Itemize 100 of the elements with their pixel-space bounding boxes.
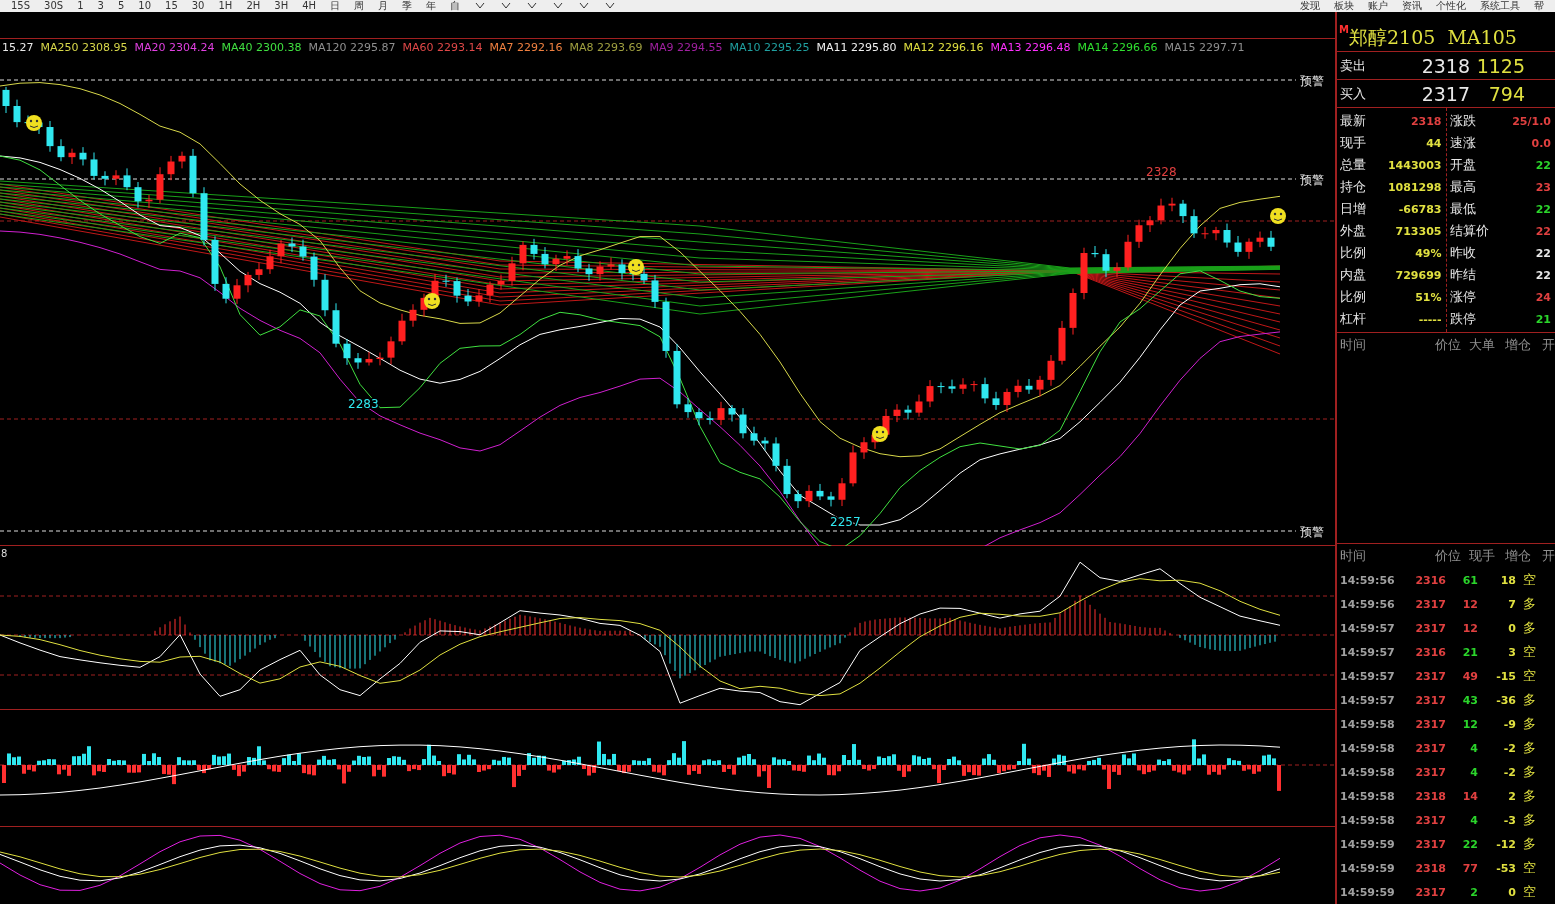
indicator-value: MA120 2295.87 — [308, 41, 396, 54]
quote-label: 买入 — [1340, 84, 1367, 103]
quote-volume: 794 — [1487, 82, 1525, 105]
trade-time: 14:59:58 — [1340, 765, 1396, 779]
indicator-value: MA8 2293.69 — [569, 41, 643, 54]
indicator-value: MA13 2296.48 — [990, 41, 1071, 54]
trade-time: 14:59:57 — [1340, 669, 1396, 683]
trade-time: 14:59:57 — [1340, 693, 1396, 707]
trade-type: 多 — [1522, 835, 1536, 853]
period-tab[interactable]: 3 — [90, 1, 111, 11]
menu-item[interactable]: 帮 — [1527, 1, 1551, 11]
indicator-value: MA60 2293.14 — [402, 41, 483, 54]
trade-price: 2318 — [1414, 789, 1446, 803]
menu-item[interactable]: 板块 — [1327, 1, 1361, 11]
indicator-value: 15.27 — [2, 41, 34, 54]
trade-type: 多 — [1522, 595, 1536, 613]
period-tab[interactable]: 周 — [347, 1, 372, 11]
column-header: 增仓 — [1504, 547, 1532, 565]
stat-value: 22 — [1535, 202, 1551, 216]
stat-label: 内盘 — [1340, 266, 1366, 284]
period-tab[interactable]: 1H — [211, 1, 240, 11]
period-tab[interactable]: 季 — [395, 1, 420, 11]
trade-hand: 21 — [1461, 645, 1478, 659]
menu-item[interactable]: 个性化 — [1429, 1, 1473, 11]
indicator-value: MA20 2304.24 — [134, 41, 215, 54]
trade-change: -15 — [1495, 669, 1516, 683]
menu-item[interactable]: 资讯 — [1395, 1, 1429, 11]
period-tab[interactable]: 15S — [4, 1, 38, 11]
stat-value: 21 — [1535, 312, 1551, 326]
indicator-value: MA11 2295.80 — [816, 41, 897, 54]
trade-change: -3 — [1502, 813, 1516, 827]
stat-value: 49% — [1415, 246, 1442, 260]
stat-value: 729699 — [1395, 268, 1442, 282]
stat-value: 24 — [1535, 290, 1551, 304]
trade-price: 2317 — [1414, 693, 1446, 707]
stat-label: 涨停 — [1449, 288, 1476, 306]
indicator-value: MA12 2296.16 — [903, 41, 984, 54]
period-tab[interactable]: 15 — [158, 1, 185, 11]
stat-value: -66783 — [1398, 202, 1442, 216]
period-tab[interactable]: 3H — [267, 1, 296, 11]
indicator-value: MA7 2292.16 — [489, 41, 563, 54]
alert-label: 预警 — [1300, 173, 1324, 187]
period-tab[interactable]: 2H — [239, 1, 268, 11]
trade-price: 2317 — [1414, 837, 1446, 851]
trade-change: -2 — [1502, 741, 1516, 755]
stat-label: 最新 — [1340, 112, 1366, 130]
trade-change: -53 — [1495, 861, 1516, 875]
period-tab[interactable]: 1 — [70, 1, 91, 11]
stat-label: 比例 — [1340, 244, 1366, 262]
stat-label: 开盘 — [1449, 156, 1476, 174]
quote-volume: 1125 — [1475, 54, 1525, 77]
menu-item[interactable]: 系统工具 — [1473, 1, 1527, 11]
trade-change: 7 — [1507, 597, 1516, 611]
stat-value: 22 — [1535, 158, 1551, 172]
stat-label: 最高 — [1449, 178, 1476, 196]
stat-value: 713305 — [1395, 224, 1442, 238]
trade-time: 14:59:59 — [1340, 837, 1396, 851]
trade-change: 0 — [1507, 885, 1516, 899]
trade-change: 18 — [1499, 573, 1516, 587]
trade-type: 空 — [1522, 571, 1536, 589]
column-header: 现手 — [1468, 547, 1496, 565]
trade-price: 2317 — [1414, 669, 1446, 683]
trade-type: 多 — [1522, 739, 1536, 757]
stat-value: 44 — [1426, 136, 1442, 150]
menu-item[interactable]: 发现 — [1293, 1, 1327, 11]
period-tab[interactable]: 30S — [37, 1, 71, 11]
period-tab[interactable]: 日 — [323, 1, 348, 11]
menu-item[interactable]: 账户 — [1361, 1, 1395, 11]
panel-label: 8 — [1, 548, 8, 559]
trade-price: 2317 — [1414, 741, 1446, 755]
period-tab[interactable]: 年 — [419, 1, 444, 11]
period-tab[interactable]: 10 — [131, 1, 158, 11]
stat-label: 昨结 — [1449, 266, 1476, 284]
trade-type: 多 — [1522, 715, 1536, 733]
period-tab[interactable]: 30 — [184, 1, 212, 11]
column-header: 增仓 — [1504, 336, 1532, 354]
stat-label: 跌停 — [1449, 310, 1476, 328]
period-tab[interactable]: 5 — [110, 1, 132, 11]
period-tab[interactable]: 月 — [371, 1, 396, 11]
trade-hand: 12 — [1461, 717, 1478, 731]
stat-value: 25/1.0 — [1512, 114, 1551, 128]
stat-label: 现手 — [1340, 134, 1366, 152]
stat-label: 外盘 — [1340, 222, 1366, 240]
stat-value: 22 — [1535, 224, 1551, 238]
indicator-value: MA14 2296.66 — [1077, 41, 1158, 54]
trade-price: 2316 — [1414, 573, 1446, 587]
column-header: 大单 — [1468, 336, 1496, 354]
trade-hand: 22 — [1461, 837, 1478, 851]
stat-value: 23 — [1535, 180, 1551, 194]
contract-title: 郑醇2105 MA105 — [1348, 25, 1517, 50]
trade-hand: 12 — [1461, 621, 1478, 635]
stat-label: 持仓 — [1340, 178, 1366, 196]
trade-type: 多 — [1522, 619, 1536, 637]
trade-time: 14:59:59 — [1340, 885, 1396, 899]
trade-type: 空 — [1522, 667, 1536, 685]
trade-change: -9 — [1502, 717, 1516, 731]
period-tab[interactable]: 4H — [295, 1, 324, 11]
trade-hand: 49 — [1461, 669, 1478, 683]
stat-value: 2318 — [1410, 114, 1442, 128]
period-tab[interactable]: 自 — [443, 1, 468, 11]
